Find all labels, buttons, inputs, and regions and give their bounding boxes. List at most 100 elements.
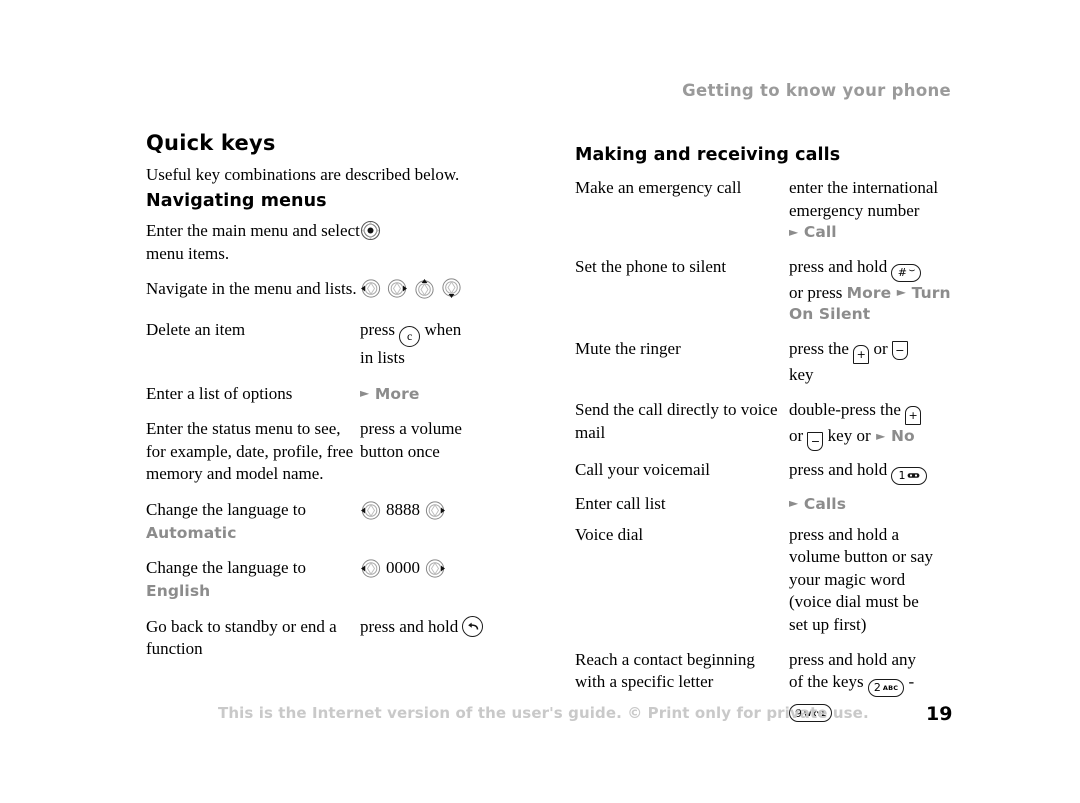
row-term: Call your voicemail (575, 460, 711, 480)
desc-text-before: press the (789, 338, 849, 358)
ui-menu-label-turn: Turn (911, 283, 951, 302)
range-dash: - (908, 672, 915, 692)
nav-down-key-icon (441, 278, 462, 299)
desc-text-mid: or (873, 338, 888, 358)
table-row: Enter the status menu to see, for exampl… (146, 418, 546, 486)
making-receiving-calls-list: Make an emergency call enter the interna… (575, 177, 975, 723)
nav-left-key-icon (360, 558, 381, 579)
desc-text-line2-before: of the keys (789, 672, 864, 692)
table-row: Navigate in the menu and lists. (146, 278, 546, 306)
table-row: Mute the ringer press the + or − key (575, 338, 975, 387)
language-code-digits: 0000 (386, 558, 420, 578)
table-row: Enter call list ► Calls (575, 493, 975, 516)
ui-menu-label: Automatic (146, 523, 237, 542)
triangle-right-icon: ► (876, 428, 886, 443)
triangle-right-icon: ► (789, 496, 799, 511)
row-term: Change the language to English (146, 557, 360, 602)
row-term: Enter call list (575, 493, 666, 513)
row-description: press c when in lists (360, 319, 546, 370)
ui-menu-label: Calls (803, 494, 847, 513)
desc-text-line1: press and hold a (789, 524, 900, 544)
nav-up-key-icon (414, 278, 435, 300)
desc-text-line2: key (789, 364, 814, 384)
row-term: Make an emergency call (575, 178, 742, 198)
ui-menu-label: No (890, 427, 915, 446)
table-row: Enter a list of options ► More (146, 383, 546, 406)
voicemail-key-icon: 1 (891, 466, 928, 485)
key-2-letters: ABC (882, 684, 899, 693)
row-term-text: Change the language to (146, 558, 307, 578)
triangle-right-icon: ► (789, 224, 799, 239)
table-row: Make an emergency call enter the interna… (575, 177, 975, 243)
desc-text-line2: button once (360, 441, 440, 461)
subsection-title-making-receiving-calls: Making and receiving calls (575, 145, 841, 165)
row-description: press a volume button once (360, 418, 546, 463)
desc-text-line2-before: or press (789, 282, 847, 302)
row-term: Enter a list of options (146, 383, 293, 403)
row-description: press and hold (360, 615, 546, 639)
desc-text-before: press and hold (789, 460, 888, 480)
table-row: Voice dial press and hold a volume butto… (575, 524, 975, 637)
row-term: Delete an item (146, 320, 246, 340)
row-description: 0000 (360, 557, 546, 585)
hash-key-icon: # ⌣ (891, 263, 922, 282)
table-row: Change the language to Automatic 8888 (146, 499, 546, 544)
nav-center-key-icon (360, 220, 381, 241)
desc-text-before: double-press the (789, 400, 901, 420)
table-row: Change the language to English 0000 (146, 557, 546, 602)
row-description: press and hold a volume button or say yo… (789, 524, 975, 637)
row-description: enter the international emergency number… (789, 177, 975, 243)
ui-menu-label: Call (803, 223, 837, 242)
intro-paragraph: Useful key combinations are described be… (146, 165, 460, 185)
back-key-icon (462, 615, 484, 637)
row-term: Navigate in the menu and lists. (146, 279, 357, 299)
right-column: Making and receiving calls Make an emerg… (575, 145, 975, 733)
row-description: press and hold 1 (789, 459, 975, 485)
ui-menu-label: More (374, 384, 420, 403)
desc-text-line1: press a volume (360, 419, 462, 439)
hash-key-digit: # (897, 266, 908, 280)
running-header: Getting to know your phone (682, 81, 951, 100)
row-term: Go back to standby or end a function (146, 616, 337, 659)
nav-right-key-icon (425, 558, 446, 579)
row-description: double-press the + or − key or ► No (789, 399, 975, 452)
table-row: Go back to standby or end a function pre… (146, 615, 546, 661)
desc-text-line3: your magic word (789, 569, 906, 589)
desc-text-before: press (360, 320, 395, 340)
ui-menu-label: English (146, 581, 211, 600)
desc-text-line2-mid: key or (827, 426, 871, 446)
table-row: Set the phone to silent press and hold #… (575, 256, 975, 325)
nav-right-key-icon (425, 500, 446, 521)
key-2-digit: 2 (873, 681, 881, 695)
silent-symbol-icon: ⌣ (909, 266, 916, 277)
row-term-text: Change the language to (146, 500, 307, 520)
row-description (360, 220, 546, 243)
row-term: Set the phone to silent (575, 257, 727, 277)
row-description (360, 278, 546, 306)
triangle-right-icon: ► (896, 285, 907, 300)
table-row: Enter the main menu and select menu item… (146, 220, 546, 265)
table-row: Send the call directly to voice mail dou… (575, 399, 975, 452)
row-term: Voice dial (575, 524, 644, 544)
row-description: press the + or − key (789, 338, 975, 387)
left-column: Quick keys Useful key combinations are d… (146, 131, 546, 672)
table-row: Delete an item press c when in lists (146, 319, 546, 370)
desc-text-line2-before: or (789, 426, 804, 446)
table-row: Call your voicemail press and hold 1 (575, 459, 975, 485)
desc-text-before: press and hold (360, 616, 459, 636)
desc-text-line2: in lists (360, 348, 405, 368)
clear-key-icon: c (399, 326, 421, 348)
navigating-menus-list: Enter the main menu and select menu item… (146, 220, 546, 661)
row-term: Reach a contact beginning with a specifi… (575, 649, 755, 692)
desc-text-line2: volume button or say (789, 547, 934, 567)
volume-up-key-icon: + (905, 406, 922, 426)
internet-version-notice: This is the Internet version of the user… (218, 704, 869, 722)
volume-down-key-icon: − (891, 340, 908, 360)
row-term: Enter the main menu and select menu item… (146, 221, 360, 263)
triangle-right-icon: ► (360, 386, 370, 401)
subsection-title-navigating-menus: Navigating menus (146, 191, 327, 212)
voicemail-key-digit: 1 (898, 469, 906, 483)
page-number: 19 (926, 703, 953, 725)
key-2-abc-icon: 2 ABC (867, 678, 905, 697)
row-term: Send the call directly to voice mail (575, 400, 778, 443)
